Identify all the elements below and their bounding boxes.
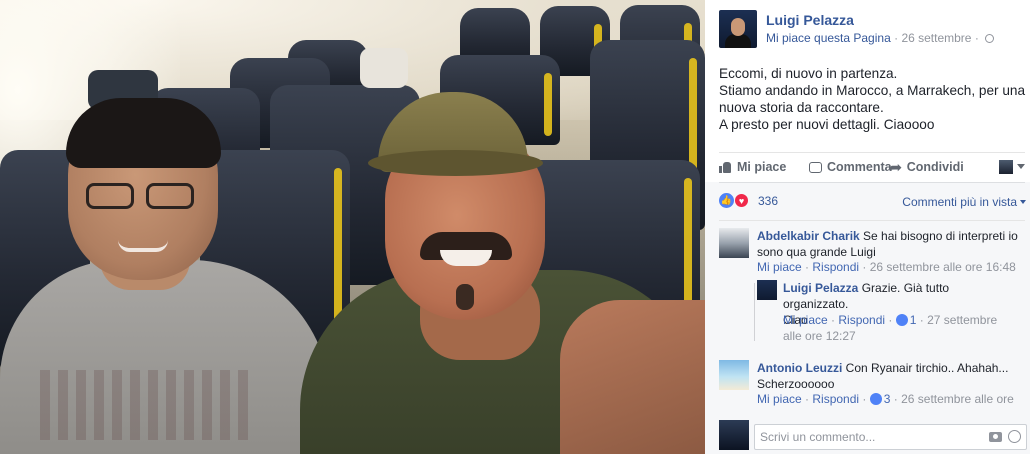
glasses <box>86 183 201 211</box>
like-reaction-icon <box>895 314 908 326</box>
comment-author[interactable]: Luigi Pelazza <box>783 281 858 295</box>
share-button-label: Condividi <box>906 160 964 174</box>
divider <box>719 182 1025 183</box>
scroll-fade <box>705 409 1030 419</box>
post-text-line: nuova storia da raccontare. <box>719 100 884 115</box>
commenter-avatar[interactable] <box>719 360 749 390</box>
goatee <box>456 284 474 310</box>
share-button[interactable]: ➦ Condividi <box>890 160 964 174</box>
share-arrow-icon: ➦ <box>890 159 902 175</box>
love-reaction-icon: ♥ <box>734 193 749 208</box>
comment-composer[interactable] <box>754 424 1027 450</box>
like-reaction-icon: 👍 <box>719 193 734 208</box>
comment-sort-dropdown[interactable]: Commenti più in vista <box>902 195 1026 209</box>
page-avatar[interactable] <box>719 10 757 48</box>
comment-author[interactable]: Antonio Leuzzi <box>757 361 842 375</box>
comment-button-label: Commenta <box>827 160 892 174</box>
separator-dot: · <box>974 31 983 45</box>
comment-time[interactable]: 26 settembre alle ore <box>901 392 1014 406</box>
comment-text: Se hai bisogno di interpreti io <box>863 229 1018 243</box>
comment-like-link[interactable]: Mi piace <box>757 392 802 406</box>
comment-body: Abdelkabir Charik Se hai bisogno di inte… <box>757 228 1022 260</box>
current-user-avatar <box>719 420 749 450</box>
reply-thread-line <box>754 283 755 341</box>
shirt-print <box>40 370 250 440</box>
comment-time[interactable]: 27 settembre <box>927 313 997 327</box>
comments-area: 👍 ♥ 336 Commenti più in vista Abdelkabir… <box>705 182 1030 454</box>
comment-text: Scherzoooooo <box>757 377 835 391</box>
comment-bubble-icon <box>809 161 822 173</box>
comment-like-link[interactable]: Mi piace <box>757 260 802 274</box>
comment-input[interactable] <box>755 425 965 449</box>
action-bar: Mi piace Commenta ➦ Condividi <box>719 158 1025 178</box>
page-name-link[interactable]: Luigi Pelazza <box>766 12 854 28</box>
post-subline: Mi piace questa Pagina · 26 settembre · <box>766 31 995 45</box>
post-text-line: A presto per nuovi dettagli. Ciaoooo <box>719 117 935 132</box>
divider <box>719 220 1025 221</box>
comment-reply-link[interactable]: Rispondi <box>812 260 859 274</box>
person-right-arm <box>560 300 705 454</box>
sort-label: Commenti più in vista <box>902 195 1017 209</box>
camera-icon[interactable] <box>989 432 1002 442</box>
comment-like-count[interactable]: 1 <box>910 313 917 327</box>
globe-icon[interactable] <box>985 34 995 43</box>
share-as-avatar[interactable] <box>999 160 1013 174</box>
post-side-panel: Luigi Pelazza Mi piace questa Pagina · 2… <box>705 0 1030 454</box>
post-text: Eccomi, di nuovo in partenza. Stiamo and… <box>719 65 1026 133</box>
like-thumb-icon <box>719 161 732 173</box>
like-reaction-icon <box>869 393 882 405</box>
person-left-smile <box>118 240 168 252</box>
like-button-label: Mi piace <box>737 160 787 174</box>
comment-button[interactable]: Commenta <box>809 160 892 174</box>
comment-meta: Mi piace · Rispondi · 1 · 27 settembre <box>783 313 998 327</box>
passenger-head <box>360 48 408 88</box>
reaction-count: 336 <box>758 193 779 208</box>
comment-like-link[interactable]: Mi piace <box>783 313 828 327</box>
comment-time[interactable]: 26 settembre alle ore 16:48 <box>870 260 1016 274</box>
comment-body: Antonio Leuzzi Con Ryanair tirchio.. Aha… <box>757 360 1022 392</box>
like-button[interactable]: Mi piace <box>719 160 786 174</box>
smile-teeth <box>440 250 492 266</box>
divider <box>719 152 1025 153</box>
emoji-icon[interactable] <box>1008 430 1021 443</box>
like-page-link[interactable]: Mi piace questa Pagina <box>766 31 891 45</box>
comment-author[interactable]: Abdelkabir Charik <box>757 229 860 243</box>
post-text-line: Eccomi, di nuovo in partenza. <box>719 66 898 81</box>
chevron-down-icon[interactable] <box>1017 164 1025 169</box>
comment-reply-link[interactable]: Rispondi <box>838 313 885 327</box>
comment-like-count[interactable]: 3 <box>884 392 891 406</box>
person-left-hair <box>66 98 221 168</box>
comment-reply-link[interactable]: Rispondi <box>812 392 859 406</box>
commenter-avatar[interactable] <box>757 280 777 300</box>
cap-brim <box>368 150 543 176</box>
post-photo[interactable] <box>0 0 705 454</box>
comment-meta: Mi piace · Rispondi · 3 · 26 settembre a… <box>757 392 1014 406</box>
comment-meta: Mi piace · Rispondi · 26 settembre alle … <box>757 260 1016 274</box>
reactions-summary[interactable]: 👍 ♥ 336 <box>719 193 778 208</box>
commenter-avatar[interactable] <box>719 228 749 258</box>
post-text-line: Stiamo andando in Marocco, a Marrakech, … <box>719 83 1026 98</box>
comment-text: Con Ryanair tirchio.. Ahahah... <box>845 361 1009 375</box>
comment-text: sono qua grande Luigi <box>757 245 876 259</box>
chevron-down-icon <box>1020 200 1026 204</box>
post-date[interactable]: 26 settembre <box>901 31 971 45</box>
comment-time[interactable]: alle ore 12:27 <box>783 329 856 343</box>
